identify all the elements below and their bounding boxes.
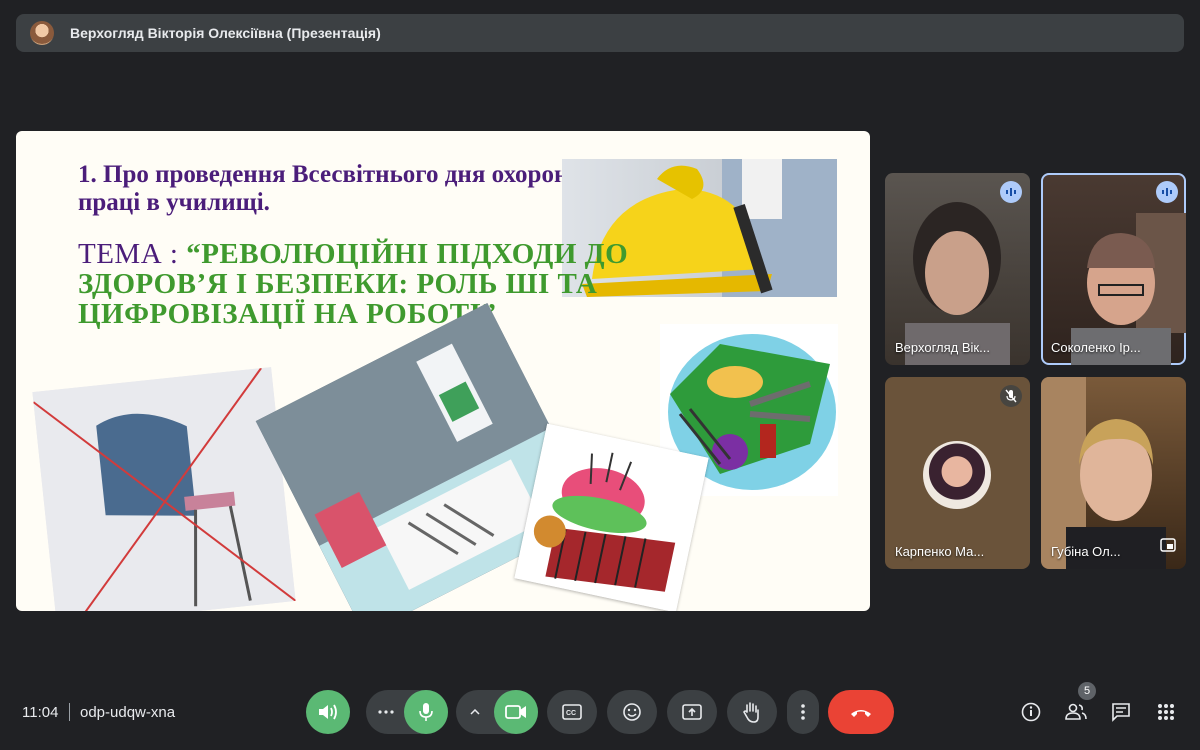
- emoji-icon: [622, 702, 642, 722]
- participant-name: Верхогляд Вік...: [895, 340, 990, 355]
- presentation-slide: 1. Про проведення Всесвітнього дня охоро…: [16, 131, 870, 611]
- people-button[interactable]: [1056, 692, 1096, 732]
- participant-name: Губіна Ол...: [1051, 544, 1121, 559]
- leave-call-button[interactable]: [828, 690, 894, 734]
- people-icon: [1065, 703, 1087, 721]
- participant-name: Соколенко Ір...: [1051, 340, 1141, 355]
- participant-tile[interactable]: Верхогляд Вік...: [885, 173, 1030, 365]
- meeting-details-button[interactable]: [1011, 692, 1051, 732]
- speaker-button[interactable]: [306, 690, 350, 734]
- svg-text:CC: CC: [566, 710, 576, 717]
- presenter-title: Верхогляд Вікторія Олексіївна (Презентац…: [70, 25, 381, 41]
- presenter-bar: Верхогляд Вікторія Олексіївна (Презентац…: [16, 14, 1184, 52]
- divider: [69, 703, 70, 721]
- chevron-up-icon[interactable]: [470, 709, 480, 715]
- topic-label: ТЕМА :: [78, 238, 187, 270]
- activities-button[interactable]: [1146, 692, 1186, 732]
- speaker-icon: [317, 702, 339, 722]
- meeting-time: 11:04: [22, 704, 59, 721]
- raise-hand-button[interactable]: [727, 690, 777, 734]
- activities-icon: [1157, 703, 1175, 721]
- chat-button[interactable]: [1101, 692, 1141, 732]
- mic-off-icon: [1000, 385, 1022, 407]
- camera-button[interactable]: [494, 690, 538, 734]
- mic-icon: [418, 702, 434, 722]
- captions-icon: CC: [562, 704, 582, 720]
- picture-in-picture-icon[interactable]: [1160, 538, 1176, 557]
- hang-up-icon: [849, 706, 873, 718]
- raise-hand-icon: [742, 701, 762, 723]
- more-vert-icon: [801, 704, 805, 720]
- camera-icon: [505, 704, 527, 720]
- participant-name: Карпенко Ма...: [895, 544, 985, 559]
- microphone-button[interactable]: [404, 690, 448, 734]
- more-options-button[interactable]: [787, 690, 819, 734]
- speaking-indicator-icon: [1000, 181, 1022, 203]
- slide-heading: 1. Про проведення Всесвітнього дня охоро…: [78, 161, 583, 216]
- captions-button[interactable]: CC: [547, 690, 597, 734]
- crossed-chair-image: [32, 367, 296, 611]
- chat-icon: [1111, 702, 1131, 722]
- pincushion-image: [514, 423, 709, 611]
- participant-tile[interactable]: Соколенко Ір...: [1041, 173, 1186, 365]
- present-button[interactable]: [667, 690, 717, 734]
- info-icon: [1021, 702, 1041, 722]
- participant-tile[interactable]: Губіна Ол...: [1041, 377, 1186, 569]
- participant-avatar: [923, 441, 991, 509]
- slide-topic: ТЕМА : “РЕВОЛЮЦІЙНІ ПІДХОДИ ДО ЗДОРОВ’Я …: [78, 239, 648, 329]
- participant-tile[interactable]: Карпенко Ма...: [885, 377, 1030, 569]
- speaking-indicator-icon: [1156, 181, 1178, 203]
- more-icon[interactable]: [378, 710, 394, 714]
- meeting-code: odp-udqw-xna: [80, 704, 176, 721]
- present-icon: [682, 704, 702, 720]
- presenter-avatar: [30, 21, 54, 45]
- reactions-button[interactable]: [607, 690, 657, 734]
